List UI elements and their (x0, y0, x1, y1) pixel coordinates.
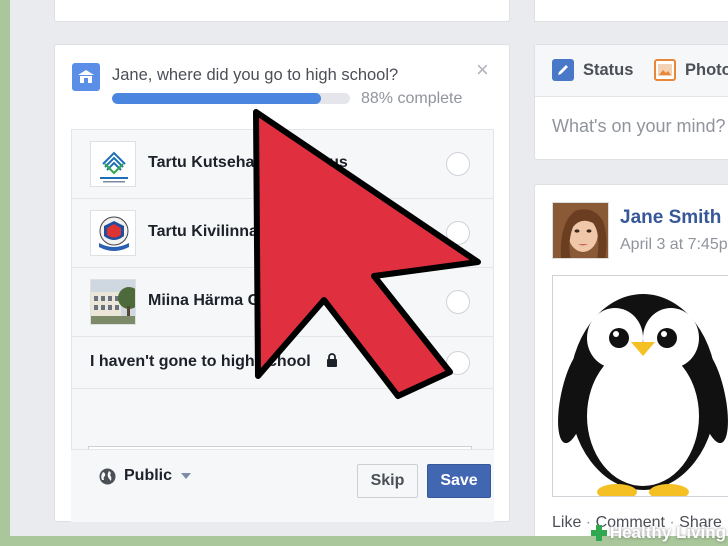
tartu-kutseharidus-logo (90, 141, 136, 187)
school-options: Tartu Kutsehariduskeskus Tartu Kivilinna… (71, 129, 494, 480)
pencil-icon (552, 59, 574, 81)
skip-button[interactable]: Skip (357, 464, 418, 498)
school-radio[interactable] (446, 221, 470, 245)
school-option[interactable]: Miina Härma Gümnaasium (72, 268, 493, 337)
school-name: Tartu Kivilinna Gümnaasium (148, 223, 364, 240)
close-icon[interactable]: × (476, 59, 489, 81)
progress-label: 88% complete (361, 90, 463, 107)
school-building-photo (90, 279, 136, 325)
globe-icon (99, 468, 116, 484)
tab-photo-label: Photo (685, 60, 728, 79)
post-date[interactable]: April 3 at 7:45pm (620, 236, 728, 254)
no-high-school-radio[interactable] (446, 351, 470, 375)
no-high-school-option[interactable]: I haven't gone to high school (72, 337, 493, 389)
status-composer: Status Photo What's on your mind? (534, 44, 728, 160)
avatar[interactable] (552, 202, 609, 259)
watermark-text: Healthy Living (609, 523, 726, 542)
composer-tabs: Status Photo (535, 45, 728, 97)
school-icon (72, 63, 100, 91)
no-high-school-label: I haven't gone to high school (90, 353, 311, 370)
question-footer: Public Skip Save (71, 449, 494, 522)
school-name: Miina Härma Gümnaasium (148, 292, 349, 309)
school-radio[interactable] (446, 152, 470, 176)
plus-icon (590, 525, 607, 541)
high-school-question-card: Jane, where did you go to high school? ×… (54, 44, 510, 522)
watermark-logo: Healthy Living (590, 522, 726, 544)
question-prompt: Jane, where did you go to high school? (112, 66, 399, 84)
like-link[interactable]: Like (552, 514, 581, 531)
question-header: Jane, where did you go to high school? ×… (55, 45, 509, 129)
tab-status-label: Status (583, 60, 634, 79)
composer-input[interactable]: What's on your mind? (552, 116, 726, 137)
school-name: Tartu Kutsehariduskeskus (148, 154, 348, 171)
post-author[interactable]: Jane Smith (620, 207, 721, 229)
penguin-image[interactable] (552, 275, 728, 497)
progress-bar (112, 93, 350, 104)
previous-card-right (534, 0, 728, 22)
photo-icon (654, 59, 676, 81)
privacy-selector[interactable]: Public (99, 464, 192, 488)
app-window: Jane, where did you go to high school? ×… (10, 0, 728, 536)
school-option[interactable]: Tartu Kutsehariduskeskus (72, 130, 493, 199)
lock-icon (327, 353, 337, 367)
save-button[interactable]: Save (427, 464, 491, 498)
school-radio[interactable] (446, 290, 470, 314)
previous-card (54, 0, 510, 22)
progress-bar-fill (112, 93, 322, 104)
tab-status[interactable]: Status (552, 59, 633, 81)
privacy-label: Public (124, 467, 173, 484)
kivilinna-crest-logo (90, 210, 136, 256)
caret-down-icon (181, 473, 192, 479)
school-option[interactable]: Tartu Kivilinna Gümnaasium (72, 199, 493, 268)
tab-photo[interactable]: Photo (654, 59, 728, 81)
news-feed-post: Jane Smith April 3 at 7:45pm Like · Comm… (534, 184, 728, 536)
